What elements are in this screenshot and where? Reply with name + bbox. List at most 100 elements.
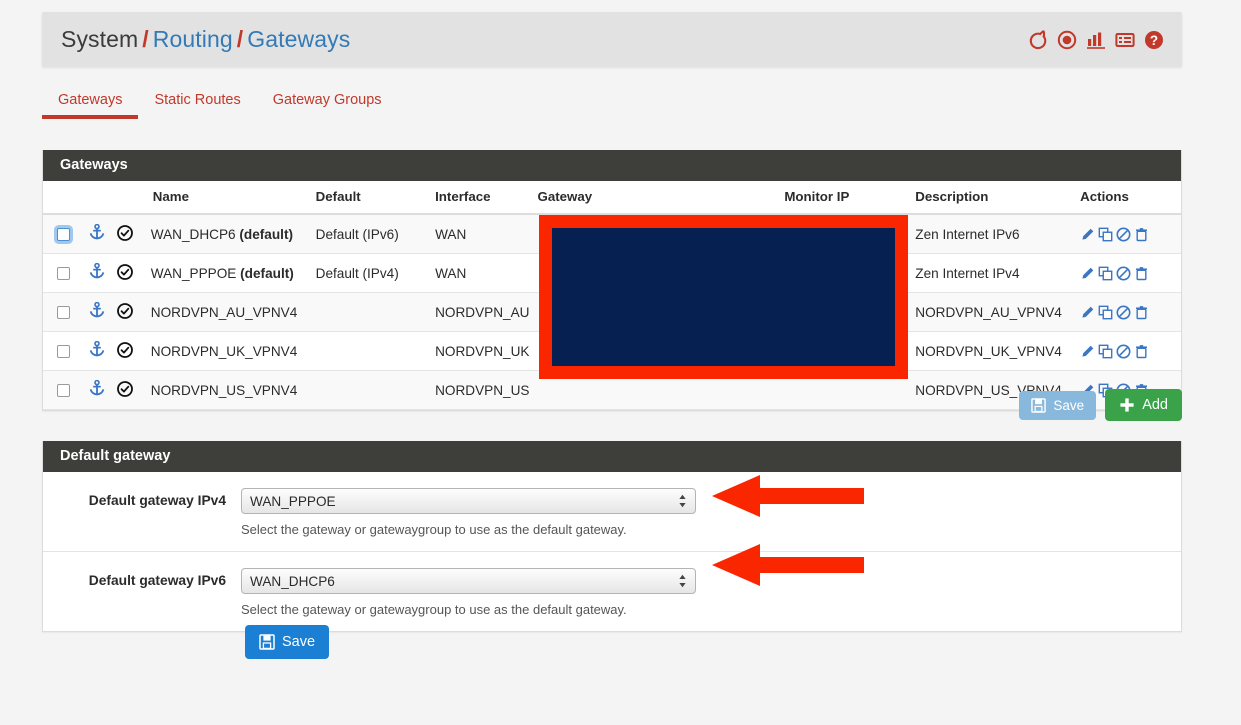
default-gateway-ipv4-select[interactable]: WAN_PPPOE <box>241 488 696 514</box>
delete-trash-icon[interactable] <box>1134 266 1149 281</box>
header-interface: Interface <box>431 181 534 215</box>
record-stop-icon[interactable] <box>1057 30 1077 50</box>
copy-icon[interactable] <box>1098 305 1113 320</box>
delete-trash-icon[interactable] <box>1134 344 1149 359</box>
breadcrumb-link-routing[interactable]: Routing <box>153 26 233 52</box>
header-default: Default <box>311 181 432 215</box>
row-actions-cell <box>1076 253 1181 293</box>
row-select-cell <box>43 331 85 371</box>
chevron-updown-icon <box>678 574 687 589</box>
tab-gateways[interactable]: Gateways <box>42 85 139 119</box>
footer-save-button[interactable]: Save <box>245 625 330 659</box>
row-action-group <box>1080 266 1177 281</box>
breadcrumb-link-gateways[interactable]: Gateways <box>247 26 350 52</box>
row-name: WAN_PPPOE <box>150 265 237 281</box>
row-description-cell: NORDVPN_UK_VPNV4 <box>911 331 1077 371</box>
breadcrumb-separator-2: / <box>236 26 244 52</box>
breadcrumb-root: System <box>61 26 139 52</box>
edit-pencil-icon[interactable] <box>1080 227 1095 242</box>
edit-pencil-icon[interactable] <box>1080 305 1095 320</box>
row-checkbox[interactable] <box>57 345 70 359</box>
header-anchor <box>84 181 113 215</box>
chart-icon[interactable] <box>1086 30 1106 50</box>
annotation-arrow-ipv6 <box>712 544 864 591</box>
tab-bar: Gateways Static Routes Gateway Groups <box>42 85 1182 128</box>
delete-trash-icon[interactable] <box>1134 305 1149 320</box>
row-action-group <box>1080 344 1177 359</box>
header-actions: Actions <box>1076 181 1181 215</box>
default-gateway-ipv4-row: Default gateway IPv4 WAN_PPPOE Select th… <box>43 472 1181 552</box>
svg-text:?: ? <box>1150 33 1158 48</box>
row-status-cell <box>112 331 147 371</box>
table-button-row: Save Add <box>42 389 1182 421</box>
header-monitor-ip: Monitor IP <box>722 181 912 215</box>
row-status-cell <box>112 292 147 332</box>
log-icon[interactable] <box>1115 30 1135 50</box>
disable-ban-icon[interactable] <box>1116 344 1131 359</box>
copy-icon[interactable] <box>1098 227 1113 242</box>
save-button-disabled[interactable]: Save <box>1019 390 1097 420</box>
row-checkbox[interactable] <box>57 306 70 320</box>
page-root: System / Routing / Gateways ? Gateways Stati… <box>0 0 1241 725</box>
row-anchor-cell <box>84 253 113 293</box>
row-anchor-cell <box>84 214 113 254</box>
row-name-cell: WAN_PPPOE (default) <box>146 253 312 293</box>
row-anchor-cell <box>84 292 113 332</box>
refresh-icon[interactable] <box>1028 29 1048 50</box>
disable-ban-icon[interactable] <box>1116 305 1131 320</box>
row-description-cell: Zen Internet IPv4 <box>911 253 1077 293</box>
status-online-icon <box>116 341 133 361</box>
breadcrumb: System / Routing / Gateways <box>42 26 350 53</box>
default-gateway-ipv6-label: Default gateway IPv6 <box>88 573 226 588</box>
row-actions-cell <box>1076 331 1181 371</box>
save-button-label: Save <box>1053 397 1085 413</box>
default-gateway-panel: Default gateway Default gateway IPv4 WAN… <box>42 441 1182 632</box>
copy-icon[interactable] <box>1098 344 1113 359</box>
row-name-cell: NORDVPN_UK_VPNV4 <box>146 331 312 371</box>
default-gateway-ipv6-control: WAN_DHCP6 Select the gateway or gatewayg… <box>241 568 1181 617</box>
row-name-cell: WAN_DHCP6 (default) <box>146 214 312 254</box>
row-default-cell: Default (IPv4) <box>311 253 432 293</box>
add-button[interactable]: Add <box>1105 389 1182 421</box>
help-icon[interactable]: ? <box>1144 30 1164 50</box>
default-gateway-panel-title: Default gateway <box>43 441 1181 472</box>
default-gateway-ipv6-help: Select the gateway or gatewaygroup to us… <box>241 602 627 617</box>
row-description-cell: Zen Internet IPv6 <box>911 214 1077 254</box>
redaction-overlay <box>539 215 908 379</box>
row-name: NORDVPN_UK_VPNV4 <box>150 343 298 359</box>
row-actions-cell <box>1076 292 1181 332</box>
copy-icon[interactable] <box>1098 266 1113 281</box>
row-action-group <box>1080 305 1177 320</box>
delete-trash-icon[interactable] <box>1134 227 1149 242</box>
row-interface-cell: WAN <box>431 253 534 293</box>
row-checkbox[interactable] <box>57 267 70 281</box>
default-gateway-ipv6-select[interactable]: WAN_DHCP6 <box>241 568 696 594</box>
row-action-group <box>1080 227 1177 242</box>
header-name: Name <box>146 181 312 215</box>
row-select-cell <box>43 214 85 254</box>
header-description: Description <box>911 181 1077 215</box>
anchor-icon <box>89 262 105 283</box>
tab-gateways-label: Gateways <box>58 92 123 108</box>
row-default-cell <box>311 292 432 332</box>
tab-gateway-groups[interactable]: Gateway Groups <box>257 85 398 119</box>
header-select <box>43 181 85 215</box>
tab-static-routes-label: Static Routes <box>154 92 241 108</box>
table-header-row: Name Default Interface Gateway Monitor I… <box>43 181 1181 215</box>
row-select-cell <box>43 253 85 293</box>
disable-ban-icon[interactable] <box>1116 266 1131 281</box>
anchor-icon <box>89 340 105 361</box>
row-checkbox[interactable] <box>57 228 70 242</box>
row-interface-cell: NORDVPN_UK <box>431 331 534 371</box>
row-description-cell: NORDVPN_AU_VPNV4 <box>911 292 1077 332</box>
row-name-cell: NORDVPN_AU_VPNV4 <box>146 292 312 332</box>
disable-ban-icon[interactable] <box>1116 227 1131 242</box>
status-online-icon <box>116 224 133 244</box>
default-gateway-ipv4-control: WAN_PPPOE Select the gateway or gatewayg… <box>241 488 1181 537</box>
row-default-cell <box>311 331 432 371</box>
default-gateway-ipv6-row: Default gateway IPv6 WAN_DHCP6 Select th… <box>43 552 1181 631</box>
tab-static-routes[interactable]: Static Routes <box>138 85 256 119</box>
edit-pencil-icon[interactable] <box>1080 344 1095 359</box>
row-name: NORDVPN_AU_VPNV4 <box>150 304 298 320</box>
edit-pencil-icon[interactable] <box>1080 266 1095 281</box>
